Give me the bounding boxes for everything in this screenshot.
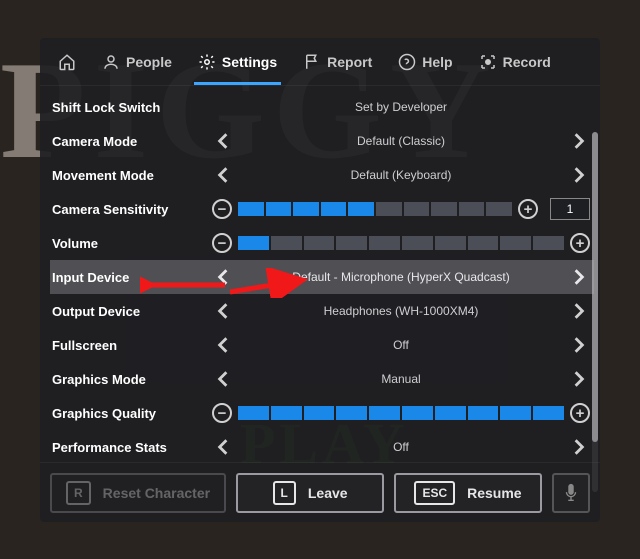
output-device-prev[interactable] [212,300,234,322]
graphics-quality-minus[interactable]: − [212,403,232,423]
leave-label: Leave [308,485,348,501]
movement-mode-next[interactable] [568,164,590,186]
tab-help[interactable]: Help [388,39,462,85]
input-device-label: Input Device [52,270,212,285]
volume-label: Volume [52,236,212,251]
footer-bar: R Reset Character L Leave ESC Resume [40,462,600,522]
people-icon [102,53,120,71]
tab-settings[interactable]: Settings [188,39,287,85]
reset-label: Reset Character [103,485,210,501]
tab-people[interactable]: People [92,39,182,85]
performance-stats-prev[interactable] [212,436,234,458]
output-device-value: Headphones (WH-1000XM4) [240,304,562,318]
movement-mode-value: Default (Keyboard) [240,168,562,182]
resume-button[interactable]: ESC Resume [394,473,542,513]
tab-report[interactable]: Report [293,39,382,85]
camera-sensitivity-bar[interactable] [238,200,512,218]
graphics-quality-plus[interactable]: + [570,403,590,423]
tab-home[interactable] [48,39,86,85]
input-device-value: Default - Microphone (HyperX Quadcast) [240,270,562,284]
input-device-prev[interactable] [212,266,234,288]
camera-sensitivity-num[interactable]: 1 [550,198,590,220]
camera-sensitivity-minus[interactable]: − [212,199,232,219]
row-output-device: Output Device Headphones (WH-1000XM4) [50,294,594,328]
resume-key: ESC [414,481,455,505]
volume-bar[interactable] [238,234,564,252]
flag-icon [303,53,321,71]
tab-report-label: Report [327,54,372,70]
graphics-mode-next[interactable] [568,368,590,390]
row-fullscreen: Fullscreen Off [50,328,594,362]
leave-button[interactable]: L Leave [236,473,384,513]
row-shift-lock: Shift Lock Switch Set by Developer [50,90,594,124]
fullscreen-value: Off [240,338,562,352]
performance-stats-next[interactable] [568,436,590,458]
tab-settings-label: Settings [222,54,277,70]
reset-character-button: R Reset Character [50,473,226,513]
tab-people-label: People [126,54,172,70]
output-device-next[interactable] [568,300,590,322]
graphics-mode-label: Graphics Mode [52,372,212,387]
output-device-label: Output Device [52,304,212,319]
resume-label: Resume [467,485,521,501]
row-input-device: Input Device Default - Microphone (Hyper… [50,260,594,294]
record-icon [479,53,497,71]
microphone-button[interactable] [552,473,590,513]
scrollbar[interactable] [592,132,598,492]
leave-key: L [273,481,296,505]
row-graphics-mode: Graphics Mode Manual [50,362,594,396]
row-movement-mode: Movement Mode Default (Keyboard) [50,158,594,192]
gear-icon [198,53,216,71]
volume-minus[interactable]: − [212,233,232,253]
camera-mode-next[interactable] [568,130,590,152]
input-device-next[interactable] [568,266,590,288]
settings-panel: People Settings Report Help Record [40,38,600,522]
help-icon [398,53,416,71]
performance-stats-value: Off [240,440,562,454]
graphics-mode-prev[interactable] [212,368,234,390]
microphone-icon [563,483,579,503]
settings-list: Shift Lock Switch Set by Developer Camer… [40,86,600,462]
tab-help-label: Help [422,54,452,70]
movement-mode-prev[interactable] [212,164,234,186]
tab-record[interactable]: Record [469,39,561,85]
shift-lock-value: Set by Developer [212,100,590,114]
camera-sensitivity-plus[interactable]: + [518,199,538,219]
graphics-quality-label: Graphics Quality [52,406,212,421]
shift-lock-label: Shift Lock Switch [52,100,212,115]
camera-mode-prev[interactable] [212,130,234,152]
camera-mode-label: Camera Mode [52,134,212,149]
performance-stats-label: Performance Stats [52,440,212,455]
home-icon [58,53,76,71]
movement-mode-label: Movement Mode [52,168,212,183]
tab-bar: People Settings Report Help Record [40,38,600,86]
graphics-quality-bar[interactable] [238,404,564,422]
fullscreen-label: Fullscreen [52,338,212,353]
reset-key: R [66,481,91,505]
row-volume: Volume − + [50,226,594,260]
volume-plus[interactable]: + [570,233,590,253]
fullscreen-next[interactable] [568,334,590,356]
camera-sensitivity-label: Camera Sensitivity [52,202,212,217]
row-performance-stats: Performance Stats Off [50,430,594,462]
scrollbar-thumb[interactable] [592,132,598,442]
camera-mode-value: Default (Classic) [240,134,562,148]
row-camera-sensitivity: Camera Sensitivity − + 1 [50,192,594,226]
graphics-mode-value: Manual [240,372,562,386]
row-camera-mode: Camera Mode Default (Classic) [50,124,594,158]
row-graphics-quality: Graphics Quality − + [50,396,594,430]
fullscreen-prev[interactable] [212,334,234,356]
tab-record-label: Record [503,54,551,70]
